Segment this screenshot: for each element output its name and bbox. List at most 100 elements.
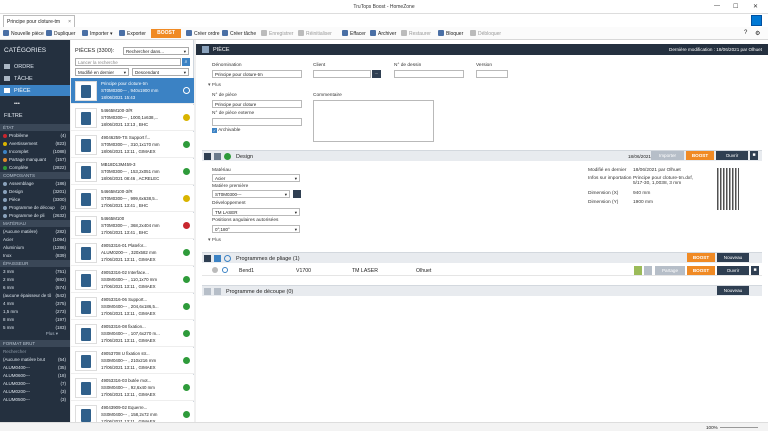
filter-thickness[interactable]: 5 mm (183) — [0, 324, 70, 331]
list-item[interactable]: 54665M100 ST0M0300--- , 368,2x404 mm 17/06… — [71, 213, 194, 239]
filter-format[interactable]: ALUM0200--- (3) — [0, 388, 70, 395]
create-order-button[interactable]: Créer ordre — [186, 30, 220, 37]
zoom-slider[interactable] — [720, 427, 758, 428]
list-item[interactable]: 49053316-08 fixation... SS0M0400--- , 107… — [71, 321, 194, 347]
filter-format[interactable]: ALUM0400--- (35) — [0, 364, 70, 371]
part-number-field[interactable]: Principe pour cloture — [212, 100, 302, 108]
nav-order[interactable]: ORDRE — [0, 61, 70, 72]
client-picker-button[interactable]: ··· — [372, 70, 381, 78]
search-scope-select[interactable]: Rechercher dans... ▾ — [123, 47, 189, 55]
filter-state[interactable]: Problème (4) — [0, 132, 70, 139]
star-icon[interactable] — [634, 266, 642, 275]
new-part-button[interactable]: Nouvelle pièce — [3, 30, 44, 37]
minimize-button[interactable]: — — [714, 3, 720, 9]
comment-textarea[interactable] — [313, 100, 434, 142]
list-item[interactable]: 54665M100-3/R ST0M0300--- , 1000,1x638,..… — [71, 105, 194, 131]
filter-format[interactable]: ALUM0600--- (18) — [0, 372, 70, 379]
order-select[interactable]: Descendant ▾ — [132, 68, 189, 76]
list-item[interactable]: 49053708 U fixation str... SS0M0400--- , … — [71, 348, 194, 374]
format-search-input[interactable]: Rechercher — [0, 348, 70, 355]
bend-boost-button[interactable]: BOOST — [687, 253, 715, 262]
angle-select[interactable]: 0°;180° ▾ — [212, 225, 300, 233]
delete-button[interactable]: Effacer — [342, 30, 366, 37]
restore-button[interactable]: Restaurer — [401, 30, 431, 37]
bend-new-button[interactable]: Nouveau — [717, 253, 749, 262]
cut-new-button[interactable]: Nouveau — [717, 286, 749, 295]
filter-thickness[interactable]: 6 mm (574) — [0, 284, 70, 291]
more-button[interactable]: ••• — [0, 98, 70, 109]
list-item[interactable]: 49053316-01 Platefor... ALUM0200--- , 320… — [71, 240, 194, 266]
list-item[interactable]: Principe pour cloture-tm ST0M0300--- , 94… — [71, 78, 194, 104]
lock-button[interactable]: Bloquer — [438, 30, 463, 37]
filter-thickness[interactable]: 3 mm (751) — [0, 268, 70, 275]
drawing-number-field[interactable] — [394, 70, 464, 78]
filter-thickness[interactable]: 4 mm (375) — [0, 300, 70, 307]
expand-icon[interactable] — [204, 153, 211, 160]
boost-button[interactable]: BOOST — [151, 29, 181, 38]
save-button[interactable]: Enregistrer — [261, 30, 293, 37]
filter-material[interactable]: Inox (839) — [0, 252, 70, 259]
maximize-button[interactable]: ☐ — [733, 3, 738, 10]
filter-format[interactable]: ALUM0300--- (7) — [0, 380, 70, 387]
raw-material-select[interactable]: ST0M0300--- ▾ — [212, 190, 290, 198]
list-item[interactable]: 49053316-02 Interface... SS0M0400--- , 11… — [71, 267, 194, 293]
bend-row-boost-button[interactable]: BOOST — [687, 266, 715, 275]
duplicate-button[interactable]: Dupliquer — [46, 30, 75, 37]
filter-thickness[interactable]: 2 mm (692) — [0, 276, 70, 283]
filter-state[interactable]: Complète (2822) — [0, 164, 70, 171]
list-item[interactable]: 49046259-TS Support f... ST0M0300--- , 31… — [71, 132, 194, 158]
reset-button[interactable]: Réinitialiser — [298, 30, 332, 37]
sort-select[interactable]: Modifié en dernier ▾ — [75, 68, 129, 76]
bend-open-button[interactable]: Ouvrir — [717, 266, 749, 275]
expand-icon[interactable] — [204, 255, 211, 262]
share-icon[interactable] — [644, 266, 652, 275]
create-task-button[interactable]: Créer tâche — [222, 30, 256, 37]
filter-component[interactable]: Programme de pli (2632) — [0, 212, 70, 219]
tab-close-icon[interactable]: × — [68, 19, 71, 25]
external-number-field[interactable] — [212, 118, 302, 126]
filter-thickness[interactable]: 8 mm (197) — [0, 316, 70, 323]
filter-material[interactable]: Acier (1094) — [0, 236, 70, 243]
design-import-button[interactable]: Importer — [651, 151, 684, 160]
material-select[interactable]: Acier ▾ — [212, 174, 300, 182]
more-filters-button[interactable]: Plus ▾ — [46, 331, 58, 337]
design-boost-button[interactable]: BOOST — [686, 151, 714, 160]
filter-component[interactable]: Assemblage (186) — [0, 180, 70, 187]
list-item[interactable]: 49053316-06 Support... SS0M0400--- , 204,… — [71, 294, 194, 320]
filter-format[interactable]: ALUM0500--- (3) — [0, 396, 70, 403]
import-button[interactable]: Importer ▾ — [82, 30, 113, 37]
bend-delete-icon[interactable]: ■ — [751, 266, 759, 275]
filter-component[interactable]: Pièce (3300) — [0, 196, 70, 203]
filter-component[interactable]: Programme de découp (2) — [0, 204, 70, 211]
list-item[interactable]: 49053316-03 butée mot... SS0M0400--- , 92… — [71, 375, 194, 401]
filter-thickness[interactable]: 1,5 mm (273) — [0, 308, 70, 315]
settings-icon[interactable]: ⚙ — [755, 30, 760, 37]
export-button[interactable]: Exporter — [119, 30, 146, 37]
raw-material-picker-button[interactable] — [293, 190, 301, 198]
filter-state[interactable]: Partage manquant (157) — [0, 156, 70, 163]
filter-material[interactable]: (Aucune matière) (282) — [0, 228, 70, 235]
close-window-button[interactable]: ✕ — [753, 3, 758, 10]
design-delete-icon[interactable]: ■ — [750, 151, 758, 160]
nav-part[interactable]: PIÈCE — [0, 85, 70, 96]
tab-document[interactable]: Principe pour cloture-tm × — [3, 15, 75, 27]
filter-format[interactable]: (Aucune matière brut (54) — [0, 356, 70, 363]
development-select[interactable]: TM LASER ▾ — [212, 208, 300, 216]
client-field[interactable] — [313, 70, 371, 78]
archivable-checkbox[interactable]: ✓ Archivable — [212, 128, 240, 133]
filter-state[interactable]: Avertissement (823) — [0, 140, 70, 147]
unlock-button[interactable]: Débloquer — [470, 30, 501, 37]
filter-thickness[interactable]: (aucune épaisseur de tô (542) — [0, 292, 70, 299]
help-icon[interactable]: ? — [744, 30, 747, 36]
version-field[interactable] — [476, 70, 508, 78]
filter-material[interactable]: Aluminium (1286) — [0, 244, 70, 251]
filter-component[interactable]: Design (3201) — [0, 188, 70, 195]
list-item[interactable]: 54665M100-3/R ST0M0300--- , 999,6x638,5..… — [71, 186, 194, 212]
design-open-button[interactable]: Ouvrir — [716, 151, 748, 160]
nav-task[interactable]: TÂCHE — [0, 73, 70, 84]
filter-state[interactable]: Incomplet (1088) — [0, 148, 70, 155]
expand-icon[interactable] — [204, 288, 211, 295]
settings-icon[interactable] — [212, 267, 218, 273]
search-input[interactable]: Lancer la recherche — [75, 58, 181, 66]
more-toggle[interactable]: ▾ Plus — [208, 83, 221, 88]
